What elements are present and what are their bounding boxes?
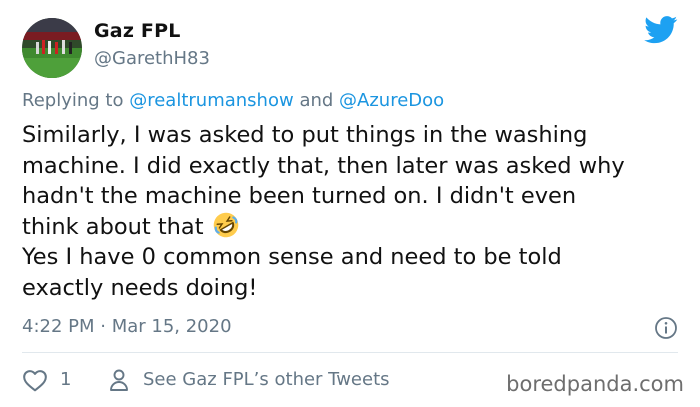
tweet-line: machine. I did exactly that, then later …	[22, 152, 625, 179]
tweet-line: think about that	[22, 213, 204, 240]
avatar-image	[22, 18, 82, 78]
reply-context: Replying to @realtrumanshow and @AzureDo…	[22, 90, 444, 111]
mention-link-1[interactable]: @realtrumanshow	[129, 90, 293, 111]
avatar[interactable]	[22, 18, 82, 78]
person-icon[interactable]	[108, 368, 130, 392]
tweet-text: Similarly, I was asked to put things in …	[22, 120, 672, 303]
divider	[22, 352, 678, 353]
see-other-tweets-link[interactable]: See Gaz FPL’s other Tweets	[143, 369, 390, 390]
tweet-line: Yes I have 0 common sense and need to be…	[22, 244, 562, 270]
twitter-bird-icon[interactable]	[644, 16, 678, 44]
reply-prefix: Replying to	[22, 90, 124, 111]
tweet-line-with-emoji: think about that	[22, 212, 672, 243]
tweet-line: Similarly, I was asked to put things in …	[22, 122, 588, 148]
display-name[interactable]: Gaz FPL	[94, 20, 181, 42]
tweet-timestamp[interactable]: 4:22 PM · Mar 15, 2020	[22, 316, 232, 337]
reply-conjunction: and	[299, 90, 334, 111]
tweet-line: exactly needs doing!	[22, 274, 258, 301]
user-handle[interactable]: @GarethH83	[94, 48, 210, 69]
rolling-on-floor-laughing-emoji	[213, 212, 238, 237]
mention-link-2[interactable]: @AzureDoo	[339, 90, 444, 111]
tweet-card: Gaz FPL @GarethH83 Replying to @realtrum…	[0, 0, 700, 407]
like-count[interactable]: 1	[60, 369, 71, 390]
heart-icon[interactable]	[22, 368, 48, 392]
tweet-line: hadn't the machine been turned on. I did…	[22, 183, 577, 209]
watermark: boredpanda.com	[506, 372, 684, 396]
info-icon[interactable]	[654, 316, 678, 340]
